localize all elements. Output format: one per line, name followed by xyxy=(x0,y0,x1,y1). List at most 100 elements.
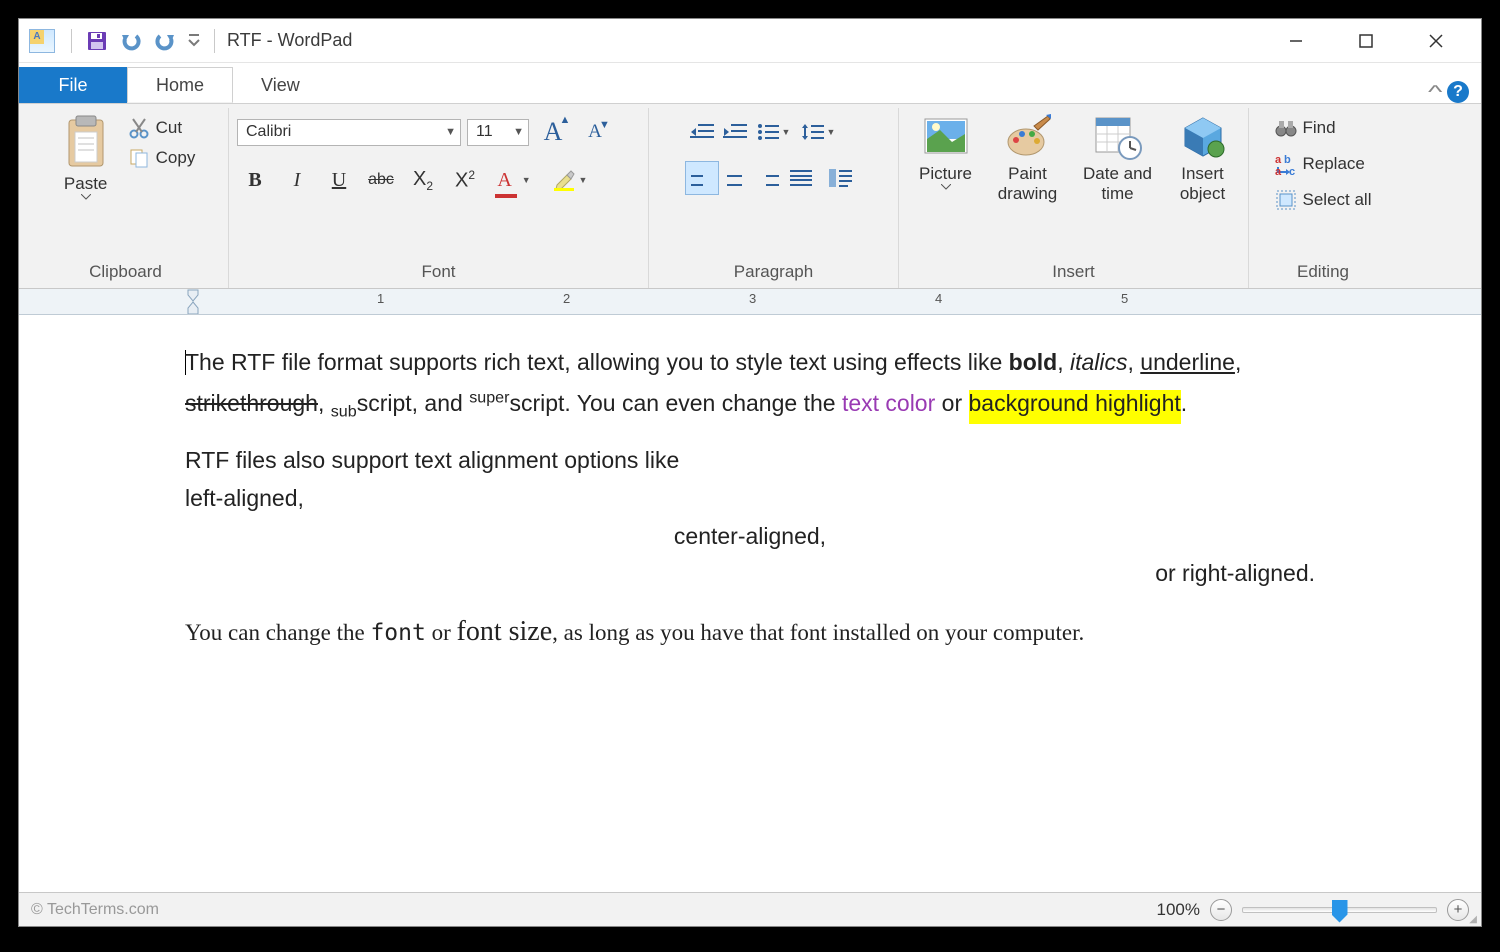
paragraph-right[interactable]: or right-aligned. xyxy=(185,556,1315,592)
svg-text:a: a xyxy=(1275,154,1282,166)
picture-button[interactable]: Picture xyxy=(907,110,985,194)
group-label: Font xyxy=(237,260,640,286)
strikethrough-button[interactable]: abc xyxy=(363,162,399,198)
group-label: Insert xyxy=(907,260,1240,286)
ruler-number: 3 xyxy=(749,291,756,306)
insert-group: Picture Paint drawing Date and time Inse… xyxy=(899,108,1249,288)
text-run: , xyxy=(1235,349,1241,375)
paste-button[interactable]: Paste xyxy=(50,110,122,204)
date-time-label: Date and time xyxy=(1083,164,1152,203)
help-button[interactable]: ? xyxy=(1447,81,1469,103)
list-icon xyxy=(757,123,779,141)
italic-button[interactable]: I xyxy=(279,162,315,198)
grow-font-button[interactable]: A▲ xyxy=(535,114,571,150)
save-button[interactable] xyxy=(83,27,111,55)
font-size-combo[interactable]: 11▼ xyxy=(467,119,529,146)
home-tab[interactable]: Home xyxy=(127,67,233,103)
copy-button[interactable]: Copy xyxy=(122,144,202,172)
zoom-thumb[interactable] xyxy=(1332,900,1348,923)
maximize-button[interactable] xyxy=(1331,23,1401,59)
font-size-value: 11 xyxy=(476,123,493,141)
save-icon xyxy=(86,30,108,52)
text-run: , xyxy=(1057,349,1070,375)
align-right-button[interactable] xyxy=(752,162,784,194)
insert-object-button[interactable]: Insert object xyxy=(1165,110,1241,207)
cut-label: Cut xyxy=(156,118,182,138)
justify-icon xyxy=(790,170,812,186)
bold-icon: B xyxy=(248,169,261,192)
document-content[interactable]: The RTF file format supports rich text, … xyxy=(185,315,1315,892)
text-run-underline: underline xyxy=(1140,349,1235,375)
view-tab[interactable]: View xyxy=(233,67,328,103)
chevron-down-icon xyxy=(81,194,91,200)
underline-button[interactable]: U xyxy=(321,162,357,198)
svg-text:a: a xyxy=(1275,166,1282,175)
find-button[interactable]: Find xyxy=(1269,114,1378,142)
paragraph[interactable]: RTF files also support text alignment op… xyxy=(185,443,1315,479)
select-all-label: Select all xyxy=(1303,190,1372,210)
clipboard-group: Paste Cut Copy Clipboard xyxy=(23,108,229,288)
ruler[interactable]: 1 2 3 4 5 xyxy=(19,289,1481,315)
minimize-button[interactable] xyxy=(1261,23,1331,59)
paragraph-center[interactable]: center-aligned, xyxy=(185,519,1315,555)
ruler-number: 1 xyxy=(377,291,384,306)
replace-icon: abac xyxy=(1275,153,1297,175)
font-group: Calibri▼ 11▼ A▲ A▼ B I U abc xyxy=(229,108,649,288)
paragraph-icon xyxy=(828,168,852,188)
align-left-button[interactable] xyxy=(686,162,718,194)
italic-icon: I xyxy=(294,169,301,192)
document-area[interactable]: The RTF file format supports rich text, … xyxy=(19,315,1481,892)
decrease-indent-button[interactable] xyxy=(686,116,718,148)
indent-decrease-icon xyxy=(690,123,714,141)
editing-group: Find abac Replace Select all Editing xyxy=(1249,108,1397,288)
zoom-out-button[interactable]: − xyxy=(1210,899,1232,921)
paint-label: Paint drawing xyxy=(998,164,1058,203)
date-time-button[interactable]: Date and time xyxy=(1071,110,1165,207)
window-controls xyxy=(1261,23,1471,59)
divider xyxy=(71,29,72,53)
list-button[interactable]: ▼ xyxy=(752,116,796,148)
paragraph-dialog-button[interactable] xyxy=(818,162,862,194)
group-label: Editing xyxy=(1257,260,1389,286)
indent-marker-icon[interactable] xyxy=(187,289,199,315)
file-tab[interactable]: File xyxy=(19,67,127,103)
subscript-button[interactable]: X2 xyxy=(405,162,441,198)
bold-button[interactable]: B xyxy=(237,162,273,198)
resize-grip[interactable]: ◢ xyxy=(1469,917,1477,922)
replace-button[interactable]: abac Replace xyxy=(1269,150,1378,178)
binoculars-icon xyxy=(1275,117,1297,139)
collapse-ribbon-button[interactable]: ^ xyxy=(1428,82,1442,103)
line-spacing-icon xyxy=(802,123,824,141)
shrink-font-button[interactable]: A▼ xyxy=(577,114,613,150)
highlight-button[interactable]: ▼ xyxy=(545,162,595,198)
line-spacing-button[interactable]: ▼ xyxy=(797,116,841,148)
chevron-down-icon xyxy=(188,34,200,48)
superscript-button[interactable]: X2 xyxy=(447,162,483,198)
undo-button[interactable] xyxy=(117,27,145,55)
text-run: , xyxy=(1128,349,1141,375)
close-button[interactable] xyxy=(1401,23,1471,59)
indent-increase-icon xyxy=(723,123,747,141)
align-center-button[interactable] xyxy=(719,162,751,194)
zoom-in-button[interactable]: + xyxy=(1447,899,1469,921)
customize-qat-button[interactable] xyxy=(185,27,203,55)
select-all-icon xyxy=(1275,189,1297,211)
paragraph[interactable]: You can change the font or font size, as… xyxy=(185,610,1315,653)
paragraph-left[interactable]: left-aligned, xyxy=(185,481,1315,517)
font-color-button[interactable]: A ▼ xyxy=(489,162,539,198)
text-run-subscript: sub xyxy=(331,402,357,420)
statusbar: © TechTerms.com 100% − + ◢ xyxy=(19,892,1481,926)
font-family-combo[interactable]: Calibri▼ xyxy=(237,119,461,146)
shrink-font-icon: A▼ xyxy=(588,121,602,143)
increase-indent-button[interactable] xyxy=(719,116,751,148)
zoom-slider[interactable] xyxy=(1242,907,1437,913)
highlighter-icon xyxy=(553,169,575,191)
justify-button[interactable] xyxy=(785,162,817,194)
select-all-button[interactable]: Select all xyxy=(1269,186,1378,214)
paragraph[interactable]: The RTF file format supports rich text, … xyxy=(185,345,1315,425)
redo-button[interactable] xyxy=(151,27,179,55)
clipboard-icon xyxy=(63,114,109,170)
ruler-number: 5 xyxy=(1121,291,1128,306)
paint-drawing-button[interactable]: Paint drawing xyxy=(985,110,1071,207)
cut-button[interactable]: Cut xyxy=(122,114,202,142)
